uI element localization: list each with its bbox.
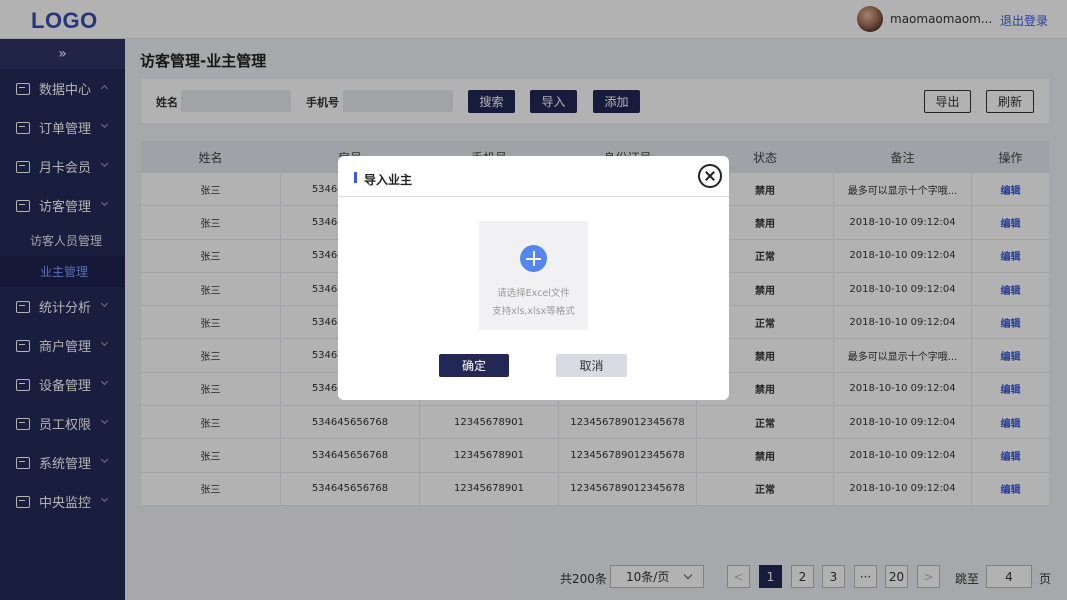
- dialog-title: 导入业主: [364, 173, 413, 187]
- plus-icon: [520, 245, 547, 272]
- cancel-button[interactable]: 取消: [556, 354, 627, 377]
- close-icon[interactable]: [698, 164, 722, 188]
- dialog-header: 导入业主: [338, 156, 729, 197]
- file-upload-area[interactable]: 请选择Excel文件 支持xls,xlsx等格式: [479, 221, 588, 330]
- import-owner-dialog: 导入业主 请选择Excel文件 支持xls,xlsx等格式 确定 取消: [338, 156, 729, 400]
- upload-hint: 请选择Excel文件: [497, 288, 570, 299]
- upload-formats: 支持xls,xlsx等格式: [492, 306, 575, 317]
- title-accent-bar: [354, 172, 357, 183]
- confirm-button[interactable]: 确定: [439, 354, 509, 377]
